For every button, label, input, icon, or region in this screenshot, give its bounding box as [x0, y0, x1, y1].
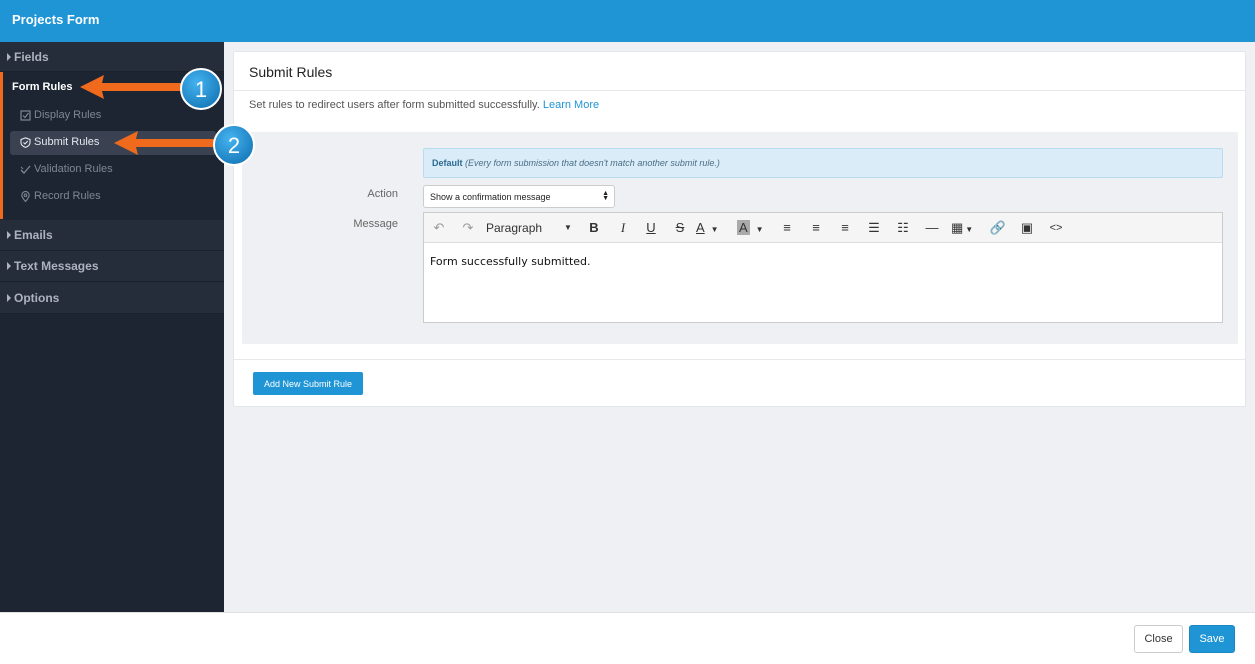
caret-right-icon — [7, 52, 11, 61]
callout-arrow-2: 2 — [114, 124, 255, 166]
app-title: Projects Form — [12, 12, 100, 27]
link-icon[interactable]: 🔗 — [988, 218, 1008, 238]
default-rule-note: (Every form submission that doesn't matc… — [465, 158, 720, 168]
redo-icon[interactable]: ↷ — [459, 218, 477, 238]
page-title: Submit Rules — [249, 64, 333, 80]
caret-right-icon — [7, 262, 11, 270]
paragraph-format-dropdown[interactable]: Paragraph ▼ — [486, 218, 576, 238]
submit-rule-card: Default (Every form submission that does… — [242, 132, 1238, 344]
bold-icon[interactable]: B — [584, 218, 604, 238]
table-icon[interactable]: ▦ ▼ — [951, 218, 979, 238]
divider — [234, 359, 1245, 360]
checkbox-icon — [20, 110, 31, 121]
action-select-value: Show a confirmation message — [430, 192, 551, 202]
editor-toolbar: ↶ ↷ Paragraph ▼ B I U S A ▼ A ▼ ≡ ≡ ≡ ☰ ☷ —… — [424, 213, 1222, 243]
page-description: Set rules to redirect users after form s… — [249, 99, 599, 111]
caret-right-icon — [7, 231, 11, 239]
title-bar: Projects Form — [0, 0, 1255, 42]
caret-right-icon — [7, 293, 11, 302]
sidebar-section-label: Text Messages — [14, 259, 99, 273]
message-content[interactable]: Form successfully submitted. — [430, 255, 591, 268]
action-select[interactable]: Show a confirmation message ▲ ▼ — [423, 185, 615, 208]
horizontal-rule-icon[interactable]: — — [922, 218, 942, 238]
message-editor: ↶ ↷ Paragraph ▼ B I U S A ▼ A ▼ ≡ ≡ ≡ ☰ ☷ —… — [423, 212, 1223, 323]
callout-number: 1 — [195, 77, 207, 102]
align-center-icon[interactable]: ≡ — [806, 218, 826, 238]
paragraph-format-label: Paragraph — [486, 221, 543, 235]
sidebar-item-label: Record Rules — [34, 190, 101, 202]
image-icon[interactable]: ▣ — [1017, 218, 1037, 238]
sidebar-section-label[interactable]: Form Rules — [12, 81, 73, 93]
underline-icon[interactable]: U — [641, 218, 661, 238]
action-label: Action — [367, 188, 398, 200]
undo-icon[interactable]: ↶ — [430, 218, 448, 238]
add-new-submit-rule-button[interactable]: Add New Submit Rule — [253, 372, 363, 395]
bullet-list-icon[interactable]: ☰ — [864, 218, 884, 238]
check-icon — [20, 165, 31, 174]
sidebar-item-label: Submit Rules — [34, 136, 100, 148]
sidebar-item-record-rules[interactable]: Record Rules — [10, 185, 216, 209]
learn-more-link[interactable]: Learn More — [543, 99, 599, 111]
callout-arrow-1: 1 — [80, 68, 222, 110]
save-button[interactable]: Save — [1189, 625, 1235, 653]
arrow-icon — [114, 131, 216, 155]
sidebar-section-label: Options — [14, 290, 60, 305]
default-rule-text: Default (Every form submission that does… — [432, 158, 720, 168]
message-label: Message — [353, 218, 398, 230]
sidebar-item-label: Validation Rules — [34, 163, 113, 175]
sidebar-section-text-messages[interactable]: Text Messages — [0, 251, 224, 282]
sidebar-section-label: Fields — [14, 49, 49, 64]
divider — [234, 90, 1245, 91]
text-color-icon[interactable]: A ▼ — [696, 218, 730, 238]
callout-number: 2 — [228, 133, 240, 158]
footer: Close Save — [0, 612, 1255, 664]
numbered-list-icon[interactable]: ☷ — [893, 218, 913, 238]
shield-icon — [20, 137, 31, 148]
pin-icon — [21, 191, 30, 202]
sidebar-section-emails[interactable]: Emails — [0, 220, 224, 251]
close-button[interactable]: Close — [1134, 625, 1183, 653]
description-text: Set rules to redirect users after form s… — [249, 99, 540, 111]
arrow-icon — [80, 75, 184, 99]
submit-rules-panel: Submit Rules Set rules to redirect users… — [233, 51, 1246, 407]
select-arrows-icon: ▲ ▼ — [602, 190, 609, 202]
highlight-color-icon[interactable]: A ▼ — [737, 218, 771, 238]
default-rule-banner: Default (Every form submission that does… — [423, 148, 1223, 178]
caret-down-icon: ▼ — [564, 223, 572, 232]
italic-icon[interactable]: I — [613, 218, 633, 238]
sidebar-section-options[interactable]: Options — [0, 282, 224, 314]
align-right-icon[interactable]: ≡ — [835, 218, 855, 238]
sidebar-section-label: Emails — [14, 228, 53, 242]
align-left-icon[interactable]: ≡ — [777, 218, 797, 238]
default-rule-title: Default — [432, 158, 463, 168]
strikethrough-icon[interactable]: S — [670, 218, 690, 238]
source-code-icon[interactable]: <> — [1046, 218, 1066, 238]
